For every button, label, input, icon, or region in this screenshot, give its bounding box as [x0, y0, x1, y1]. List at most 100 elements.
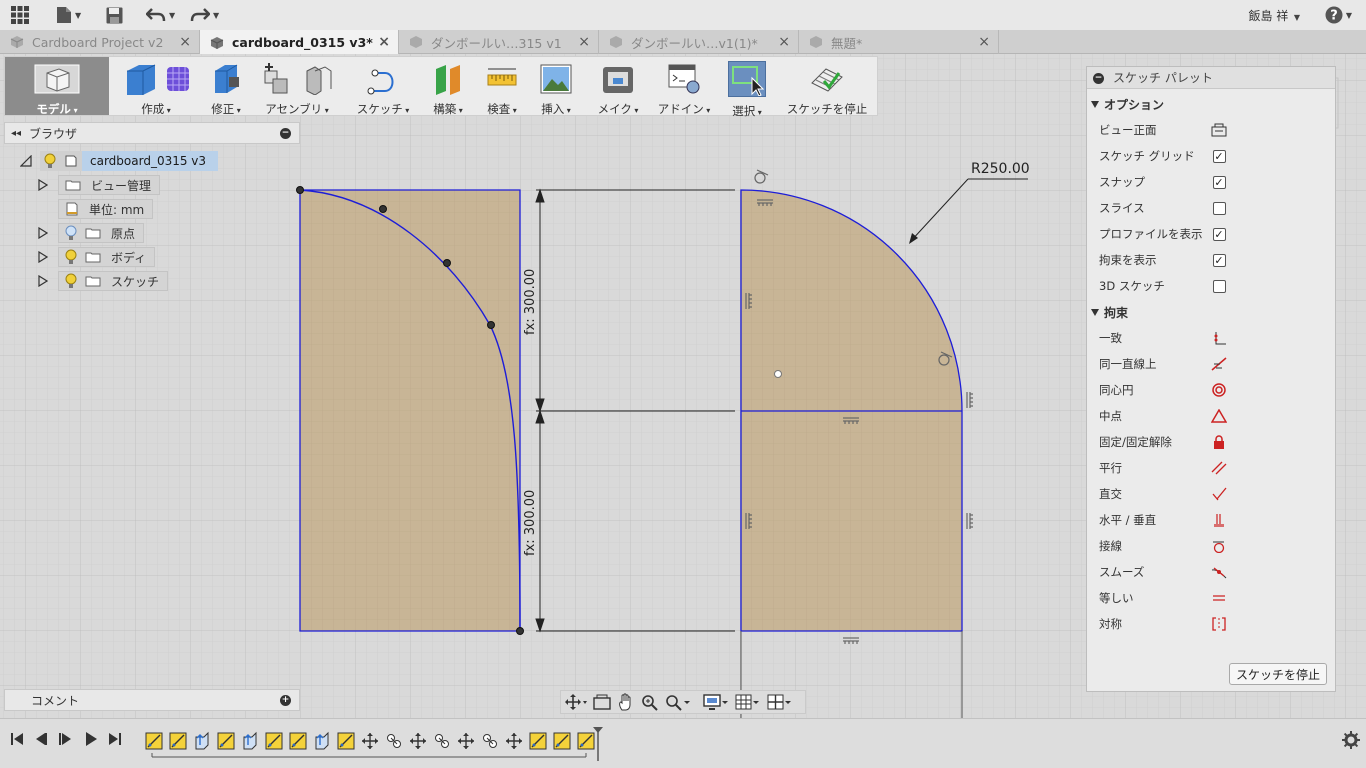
browser-item-bodies[interactable]: ボディ [38, 247, 156, 267]
constraint-coincident[interactable]: 一致 [1099, 328, 1321, 348]
show-profile-checkbox[interactable]: ✓ [1211, 227, 1227, 241]
constraint-fix[interactable]: 固定/固定解除 [1099, 432, 1321, 452]
coincident-icon[interactable] [1211, 331, 1227, 345]
dimension-top[interactable]: fx: 300.00 [523, 269, 538, 335]
browser-root[interactable]: cardboard_0315 v3 [20, 151, 219, 171]
tangent-icon[interactable] [1211, 539, 1227, 553]
zoom-icon[interactable] [641, 693, 659, 711]
timeline-feature-sketch[interactable] [169, 732, 187, 750]
constraint-perpendicular[interactable]: 直交 [1099, 484, 1321, 504]
timeline-feature-move[interactable] [506, 733, 522, 749]
tab-cardboard-project[interactable]: Cardboard Project v2 × [0, 30, 200, 54]
timeline-feature-sketch[interactable] [337, 732, 355, 750]
symmetry-icon[interactable] [1211, 617, 1227, 631]
timeline-feature-joint[interactable] [435, 734, 449, 748]
help-button[interactable]: ? ▼ [1325, 6, 1352, 24]
perpendicular-icon[interactable] [1211, 487, 1227, 501]
pan-hand-icon[interactable] [617, 693, 635, 711]
inspect-menu[interactable]: 検査 [479, 57, 525, 116]
constraint-equal[interactable]: 等しい [1099, 588, 1321, 608]
undo-button[interactable]: ▼ [146, 4, 175, 26]
close-icon[interactable]: × [778, 34, 790, 50]
save-button[interactable] [106, 4, 123, 26]
option-sketch-grid[interactable]: スケッチ グリッド ✓ [1099, 146, 1321, 166]
option-slice[interactable]: スライス [1099, 198, 1321, 218]
tab-danboru-v1[interactable]: ダンボールい…v1(1)* × [599, 30, 799, 54]
insert-menu[interactable]: 挿入 [533, 57, 579, 116]
palette-header[interactable]: − スケッチ パレット [1087, 67, 1335, 89]
modify-menu[interactable]: 修正 [203, 57, 249, 116]
constraint-midpoint[interactable]: 中点 [1099, 406, 1321, 426]
file-menu-button[interactable]: ▼ [56, 4, 81, 26]
timeline-feature-joint[interactable] [387, 734, 401, 748]
browser-item-view[interactable]: ビュー管理 [38, 175, 161, 195]
lightbulb-off-icon[interactable] [65, 225, 77, 241]
expand-triangle-icon[interactable] [38, 251, 48, 263]
play-icon[interactable] [84, 731, 98, 747]
browser-item-sketches[interactable]: スケッチ [38, 271, 169, 291]
expand-triangle-icon[interactable] [38, 179, 48, 191]
orbit-icon[interactable] [565, 694, 587, 710]
timeline-feature-sketch[interactable] [217, 732, 235, 750]
palette-collapse-icon[interactable]: − [1093, 73, 1104, 84]
lightbulb-icon[interactable] [44, 153, 56, 169]
skip-start-icon[interactable] [10, 731, 24, 747]
stop-sketch-toolbar-button[interactable]: スケッチを停止 [781, 57, 873, 116]
tab-untitled[interactable]: 無題* × [799, 30, 999, 54]
option-show-profile[interactable]: プロファイルを表示 ✓ [1099, 224, 1321, 244]
browser-item-origin[interactable]: 原点 [38, 223, 145, 243]
constraint-horizontal-vertical[interactable]: 水平 / 垂直 [1099, 510, 1321, 530]
dimension-bottom[interactable]: fx: 300.00 [523, 490, 538, 556]
constraints-section-header[interactable]: 拘束 [1091, 304, 1128, 321]
timeline-feature-extrude[interactable] [315, 731, 329, 750]
make-menu[interactable]: メイク [589, 57, 647, 116]
view-face-icon[interactable] [1211, 123, 1227, 137]
lightbulb-icon[interactable] [65, 273, 77, 289]
close-icon[interactable]: × [978, 34, 990, 50]
step-back-icon[interactable] [34, 731, 48, 747]
midpoint-icon[interactable] [1211, 409, 1227, 423]
parallel-icon[interactable] [1211, 461, 1227, 475]
timeline-feature-joint[interactable] [483, 734, 497, 748]
lock-icon[interactable] [1211, 435, 1227, 449]
timeline-feature-sketch[interactable] [265, 732, 283, 750]
create-menu[interactable]: 作成 [115, 57, 197, 116]
collinear-icon[interactable] [1211, 357, 1227, 371]
close-icon[interactable]: × [378, 34, 390, 50]
concentric-icon[interactable] [1211, 383, 1227, 397]
workspace-model-button[interactable]: モデル [5, 57, 109, 116]
timeline-feature-move[interactable] [410, 733, 426, 749]
option-show-constraints[interactable]: 拘束を表示 ✓ [1099, 250, 1321, 270]
timeline-feature-sketch[interactable] [145, 732, 163, 750]
tab-danboru-315[interactable]: ダンボールい…315 v1 × [399, 30, 599, 54]
assemble-menu[interactable]: アセンブリ [255, 57, 339, 116]
close-icon[interactable]: × [578, 34, 590, 50]
expand-triangle-icon[interactable] [38, 227, 48, 239]
timeline-feature-sketch[interactable] [553, 732, 571, 750]
left-profile[interactable] [296, 186, 524, 635]
skip-end-icon[interactable] [108, 731, 122, 747]
step-forward-icon-alt[interactable] [58, 731, 72, 747]
display-settings-icon[interactable] [703, 693, 729, 711]
timeline-feature-move[interactable] [458, 733, 474, 749]
viewports-icon[interactable] [767, 693, 793, 711]
constraint-parallel[interactable]: 平行 [1099, 458, 1321, 478]
minimize-icon[interactable]: − [280, 128, 291, 139]
smooth-icon[interactable] [1211, 565, 1227, 579]
constraint-collinear[interactable]: 同一直線上 [1099, 354, 1321, 374]
add-comment-icon[interactable]: + [280, 695, 291, 706]
constraint-tangent[interactable]: 接線 [1099, 536, 1321, 556]
timeline-feature-move[interactable] [362, 733, 378, 749]
user-menu[interactable]: 飯島 祥 ▼ [1248, 7, 1300, 24]
timeline-feature-extrude[interactable] [195, 731, 209, 750]
show-constraints-checkbox[interactable]: ✓ [1211, 253, 1227, 267]
horizontal-vertical-icon[interactable] [1211, 513, 1227, 527]
timeline-feature-sketch[interactable] [289, 732, 307, 750]
option-snap[interactable]: スナップ ✓ [1099, 172, 1321, 192]
look-at-icon[interactable] [593, 694, 611, 710]
timeline-feature-extrude[interactable] [243, 731, 257, 750]
tab-cardboard-0315[interactable]: cardboard_0315 v3* × [200, 30, 399, 55]
timeline-feature-sketch[interactable] [577, 732, 595, 750]
browser-item-units[interactable]: 単位: mm [58, 199, 154, 219]
collapse-triangle-icon[interactable] [20, 155, 32, 167]
